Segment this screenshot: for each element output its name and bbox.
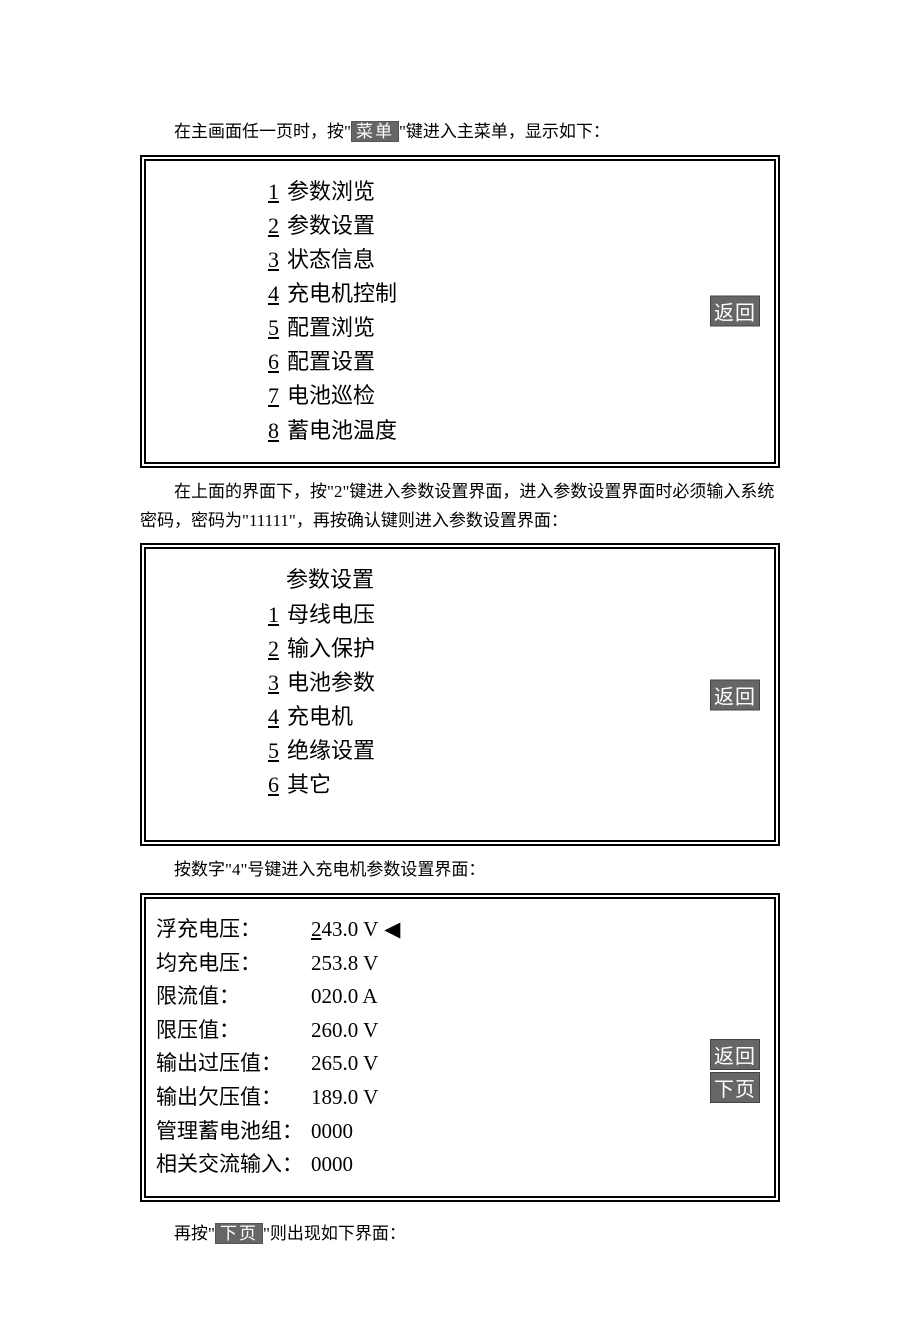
- menu-label: 电池参数: [287, 670, 375, 695]
- param-label: 输出欠压值：: [156, 1081, 311, 1115]
- param-menu-list: 1 母线电压 2 输入保护 3 电池参数 4 充电机 5 绝缘设置 6 其它: [261, 598, 764, 803]
- menu-label: 母线电压: [287, 602, 375, 627]
- param-value: 243.0 V◀: [311, 913, 400, 947]
- text: "则出现如下界面：: [263, 1224, 406, 1243]
- menu-item-6[interactable]: 6 配置设置: [261, 345, 764, 379]
- menu-num: 3: [261, 666, 279, 700]
- back-button[interactable]: 返回: [710, 296, 760, 327]
- menu-num: 8: [261, 414, 279, 448]
- main-menu-screen: 1 参数浏览 2 参数设置 3 状态信息 4 充电机控制 5 配置浏览 6 配置设置 7 电池…: [140, 155, 780, 468]
- charger-param-screen: 浮充电压： 243.0 V◀ 均充电压： 253.8 V 限流值： 020.0 …: [140, 893, 780, 1202]
- menu-item-4[interactable]: 4 充电机控制: [261, 277, 764, 311]
- editable-digit: 2: [311, 917, 322, 941]
- menu-item-3[interactable]: 3 电池参数: [261, 666, 764, 700]
- menu-label: 充电机: [287, 704, 353, 729]
- param-row-battery-group[interactable]: 管理蓄电池组： 0000: [156, 1115, 764, 1149]
- param-row-ac-input[interactable]: 相关交流输入： 0000: [156, 1148, 764, 1182]
- param-row-current-limit[interactable]: 限流值： 020.0 A: [156, 980, 764, 1014]
- menu-label: 其它: [287, 772, 331, 797]
- intro-paragraph-1: 在主画面任一页时，按"菜单"键进入主菜单，显示如下：: [140, 118, 780, 147]
- param-value: 189.0 V: [311, 1081, 378, 1115]
- menu-label: 配置浏览: [287, 315, 375, 340]
- menu-num: 4: [261, 700, 279, 734]
- menu-item-2[interactable]: 2 输入保护: [261, 632, 764, 666]
- next-page-button-inline: 下页: [215, 1223, 263, 1244]
- menu-item-7[interactable]: 7 电池巡检: [261, 379, 764, 413]
- param-row-float-voltage[interactable]: 浮充电压： 243.0 V◀: [156, 913, 764, 947]
- param-value: 265.0 V: [311, 1047, 378, 1081]
- menu-item-4[interactable]: 4 充电机: [261, 700, 764, 734]
- menu-label: 输入保护: [287, 636, 375, 661]
- param-value: 0000: [311, 1115, 353, 1149]
- param-row-output-over-voltage[interactable]: 输出过压值： 265.0 V: [156, 1047, 764, 1081]
- menu-item-1[interactable]: 1 母线电压: [261, 598, 764, 632]
- intro-paragraph-4: 再按"下页"则出现如下界面：: [140, 1220, 780, 1249]
- param-menu-screen: 参数设置 1 母线电压 2 输入保护 3 电池参数 4 充电机 5 绝缘设置 6 其它 返回: [140, 543, 780, 846]
- menu-num: 5: [261, 734, 279, 768]
- menu-label: 充电机控制: [287, 281, 397, 306]
- param-row-output-under-voltage[interactable]: 输出欠压值： 189.0 V: [156, 1081, 764, 1115]
- menu-num: 4: [261, 277, 279, 311]
- next-page-button[interactable]: 下页: [710, 1072, 760, 1103]
- cursor-left-icon: ◀: [384, 913, 400, 947]
- param-label: 限流值：: [156, 980, 311, 1014]
- param-label: 管理蓄电池组：: [156, 1115, 311, 1149]
- param-list: 浮充电压： 243.0 V◀ 均充电压： 253.8 V 限流值： 020.0 …: [156, 913, 764, 1182]
- menu-num: 5: [261, 311, 279, 345]
- menu-num: 6: [261, 768, 279, 802]
- menu-label: 电池巡检: [287, 383, 375, 408]
- menu-title: 参数设置: [286, 563, 764, 597]
- text: 再按": [174, 1224, 215, 1243]
- main-menu-list: 1 参数浏览 2 参数设置 3 状态信息 4 充电机控制 5 配置浏览 6 配置设置 7 电池…: [261, 175, 764, 448]
- menu-label: 配置设置: [287, 349, 375, 374]
- text: 在主画面任一页时，按": [174, 122, 351, 141]
- text: "键进入主菜单，显示如下：: [399, 122, 610, 141]
- menu-item-5[interactable]: 5 绝缘设置: [261, 734, 764, 768]
- menu-num: 3: [261, 243, 279, 277]
- param-label: 限压值：: [156, 1014, 311, 1048]
- menu-item-6[interactable]: 6 其它: [261, 768, 764, 802]
- back-button[interactable]: 返回: [710, 1039, 760, 1070]
- menu-label: 参数浏览: [287, 179, 375, 204]
- intro-paragraph-2: 在上面的界面下，按"2"键进入参数设置界面，进入参数设置界面时必须输入系统密码，…: [140, 478, 780, 536]
- param-row-voltage-limit[interactable]: 限压值： 260.0 V: [156, 1014, 764, 1048]
- menu-num: 6: [261, 345, 279, 379]
- menu-num: 2: [261, 209, 279, 243]
- text: 43.0 V: [322, 917, 379, 941]
- param-value: 0000: [311, 1148, 353, 1182]
- menu-label: 状态信息: [287, 247, 375, 272]
- param-label: 相关交流输入：: [156, 1148, 311, 1182]
- menu-label: 绝缘设置: [287, 738, 375, 763]
- param-row-equalize-voltage[interactable]: 均充电压： 253.8 V: [156, 947, 764, 981]
- menu-num: 7: [261, 379, 279, 413]
- menu-num: 1: [261, 598, 279, 632]
- intro-paragraph-3: 按数字"4"号键进入充电机参数设置界面：: [140, 856, 780, 885]
- menu-label: 参数设置: [287, 213, 375, 238]
- menu-item-1[interactable]: 1 参数浏览: [261, 175, 764, 209]
- param-value: 020.0 A: [311, 980, 378, 1014]
- menu-item-2[interactable]: 2 参数设置: [261, 209, 764, 243]
- menu-num: 2: [261, 632, 279, 666]
- menu-num: 1: [261, 175, 279, 209]
- param-label: 均充电压：: [156, 947, 311, 981]
- back-button[interactable]: 返回: [710, 679, 760, 710]
- menu-item-8[interactable]: 8 蓄电池温度: [261, 414, 764, 448]
- menu-item-5[interactable]: 5 配置浏览: [261, 311, 764, 345]
- menu-button-inline: 菜单: [351, 121, 399, 142]
- menu-item-3[interactable]: 3 状态信息: [261, 243, 764, 277]
- param-label: 输出过压值：: [156, 1047, 311, 1081]
- param-value: 253.8 V: [311, 947, 378, 981]
- param-value: 260.0 V: [311, 1014, 378, 1048]
- menu-label: 蓄电池温度: [287, 418, 397, 443]
- param-label: 浮充电压：: [156, 913, 311, 947]
